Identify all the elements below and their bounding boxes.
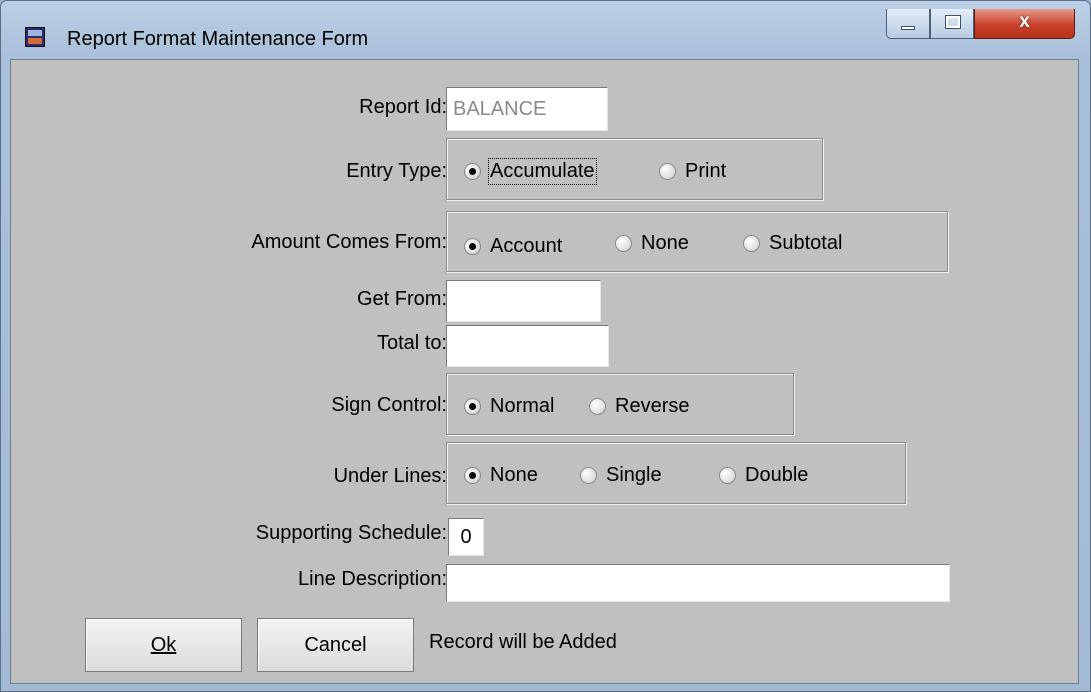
window-title: Report Format Maintenance Form xyxy=(67,28,369,50)
sign-control-reverse-radio[interactable]: Reverse xyxy=(589,395,689,418)
amount-from-group: Account None Subtotal xyxy=(446,211,948,272)
get-from-field[interactable] xyxy=(446,280,601,322)
radio-icon xyxy=(589,398,606,415)
under-lines-label: Under Lines: xyxy=(333,465,447,487)
total-to-label: Total to: xyxy=(376,332,447,354)
ok-button[interactable]: Ok xyxy=(85,618,242,672)
sign-control-group: Normal Reverse xyxy=(446,373,794,435)
minimize-button[interactable] xyxy=(886,9,930,39)
radio-icon xyxy=(659,163,676,180)
under-lines-group: None Single Double xyxy=(446,442,906,504)
amount-from-none-radio[interactable]: None xyxy=(615,232,689,255)
supporting-schedule-field[interactable] xyxy=(448,518,484,556)
supporting-schedule-label: Supporting Schedule: xyxy=(255,522,447,544)
maximize-icon xyxy=(945,15,961,29)
entry-type-group: Accumulate Print xyxy=(446,138,823,200)
amount-from-label: Amount Comes From: xyxy=(251,231,447,253)
cancel-button[interactable]: Cancel xyxy=(257,618,414,672)
get-from-label: Get From: xyxy=(356,288,447,310)
line-description-field[interactable] xyxy=(446,564,950,602)
under-lines-single-radio[interactable]: Single xyxy=(580,464,662,487)
status-message: Record will be Added xyxy=(429,631,617,653)
radio-icon xyxy=(580,467,597,484)
radio-icon xyxy=(743,235,760,252)
close-icon: x xyxy=(1019,11,1030,32)
line-description-label: Line Description: xyxy=(298,568,447,590)
sign-control-normal-radio[interactable]: Normal xyxy=(464,395,554,418)
amount-from-subtotal-radio[interactable]: Subtotal xyxy=(743,232,842,255)
app-window: Report Format Maintenance Form x Report … xyxy=(0,0,1091,692)
amount-from-account-radio[interactable]: Account xyxy=(464,235,562,258)
radio-icon xyxy=(615,235,632,252)
minimize-icon xyxy=(901,26,915,30)
form-body: Report Id: Entry Type: Accumulate Print … xyxy=(10,59,1079,684)
report-app-icon[interactable] xyxy=(25,27,45,47)
radio-selected-icon xyxy=(464,238,481,255)
under-lines-double-radio[interactable]: Double xyxy=(719,464,808,487)
entry-type-label: Entry Type: xyxy=(346,160,447,182)
report-id-field[interactable] xyxy=(446,87,608,131)
radio-selected-icon xyxy=(464,467,481,484)
radio-selected-icon xyxy=(464,398,481,415)
sign-control-label: Sign Control: xyxy=(331,394,447,416)
radio-icon xyxy=(719,467,736,484)
close-button[interactable]: x xyxy=(974,9,1075,39)
radio-selected-icon xyxy=(464,163,481,180)
title-bar[interactable]: Report Format Maintenance Form x xyxy=(1,1,1090,57)
report-id-label: Report Id: xyxy=(359,96,447,118)
total-to-field[interactable] xyxy=(446,325,609,367)
maximize-button[interactable] xyxy=(930,9,974,39)
under-lines-none-radio[interactable]: None xyxy=(464,464,538,487)
entry-type-accumulate-radio[interactable]: Accumulate xyxy=(464,158,597,185)
entry-type-print-radio[interactable]: Print xyxy=(659,160,726,183)
